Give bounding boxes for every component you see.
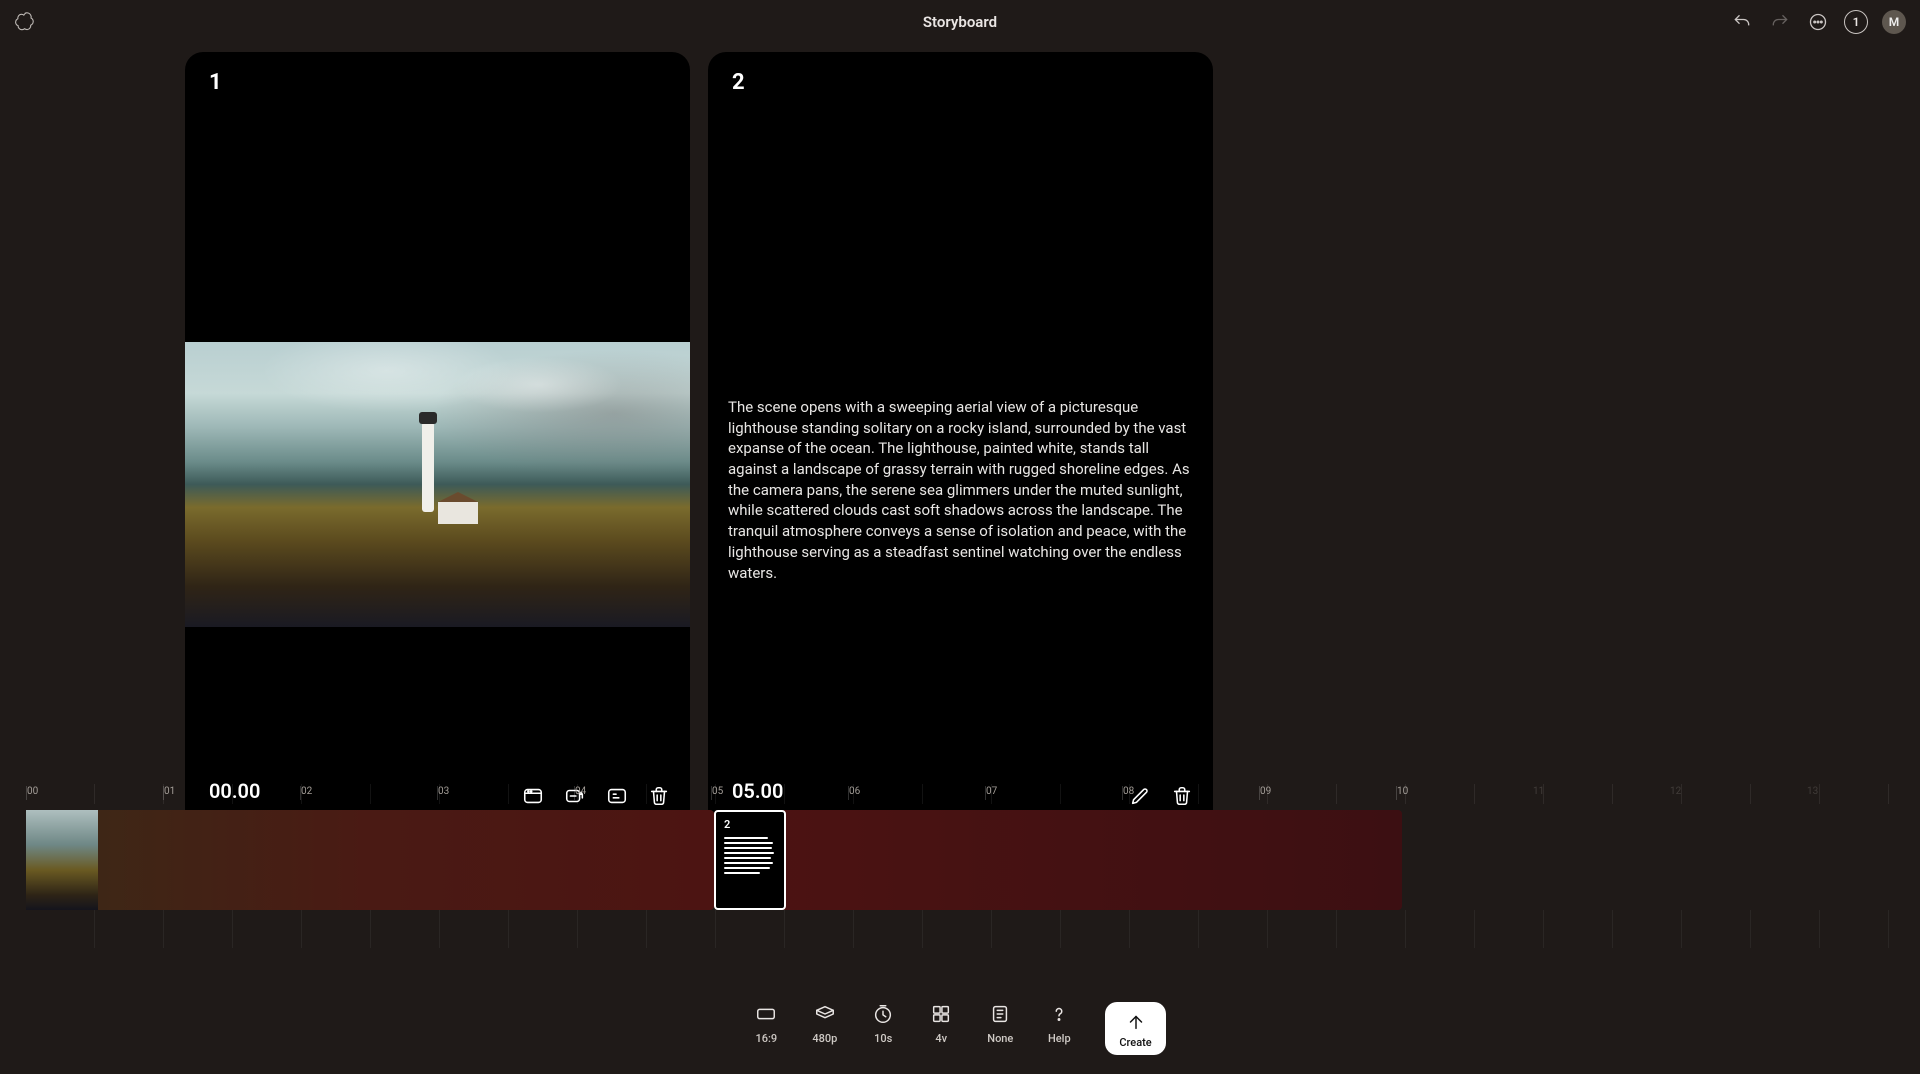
timeline-ruler[interactable]: 00 01 02 03 04 05 06 07 08 09 10 11 12 13: [26, 784, 1920, 804]
timeline-clip-2[interactable]: [714, 810, 1402, 910]
help-button[interactable]: Help: [1047, 1002, 1071, 1045]
upload-icon: [1124, 1010, 1148, 1034]
help-icon: [1047, 1002, 1071, 1026]
create-button[interactable]: Create: [1105, 1002, 1165, 1055]
ruler-tick: 07: [985, 786, 997, 800]
storyboard-card-1[interactable]: 1 00.00: [185, 52, 690, 827]
timeline-clip-2-card[interactable]: 2: [714, 810, 786, 910]
card-index: 1: [209, 70, 222, 95]
timeline[interactable]: 00 01 02 03 04 05 06 07 08 09 10 11 12 13 2: [0, 784, 1920, 954]
ruler-tick: 08: [1122, 786, 1134, 800]
variations-button[interactable]: 4v: [929, 1002, 953, 1045]
timeline-grid: [26, 910, 1920, 948]
ruler-tick: 04: [574, 786, 586, 800]
ruler-tick-disabled: 11: [1533, 786, 1544, 797]
duration-button[interactable]: 10s: [871, 1002, 895, 1045]
page-title: Storyboard: [0, 13, 1920, 31]
grid-icon: [929, 1002, 953, 1026]
ruler-tick: 01: [163, 786, 175, 800]
quality-icon: [813, 1002, 837, 1026]
timeline-clip-index: 2: [724, 818, 776, 831]
style-icon: [988, 1002, 1012, 1026]
ruler-tick: 03: [437, 786, 449, 800]
timeline-track[interactable]: 2: [26, 810, 1920, 910]
aspect-ratio-icon: [754, 1002, 778, 1026]
quality-button[interactable]: 480p: [812, 1002, 837, 1045]
ruler-tick: 02: [300, 786, 312, 800]
card-description-text[interactable]: The scene opens with a sweeping aerial v…: [728, 397, 1193, 583]
timeline-clip-1[interactable]: [26, 810, 714, 910]
redo-button: [1768, 10, 1792, 34]
storyboard-card-2[interactable]: 2 The scene opens with a sweeping aerial…: [708, 52, 1213, 827]
card-image-thumbnail: [185, 342, 690, 627]
ruler-tick: 06: [848, 786, 860, 800]
ruler-tick: 10: [1396, 786, 1408, 800]
ruler-tick: 09: [1259, 786, 1271, 800]
user-avatar[interactable]: M: [1882, 10, 1906, 34]
ruler-tick: 00: [26, 786, 38, 800]
ruler-tick-disabled: 12: [1670, 786, 1681, 797]
style-button[interactable]: None: [987, 1002, 1013, 1045]
ruler-tick: 05: [711, 786, 723, 800]
clock-icon: [871, 1002, 895, 1026]
ruler-tick-disabled: 13: [1807, 786, 1818, 797]
timeline-clip-thumbnail: [26, 810, 98, 910]
undo-button[interactable]: [1730, 10, 1754, 34]
more-menu-button[interactable]: [1806, 10, 1830, 34]
bottom-toolbar: 16:9 480p 10s 4v None Help Create: [0, 984, 1920, 1074]
aspect-ratio-button[interactable]: 16:9: [754, 1002, 778, 1045]
credits-badge[interactable]: 1: [1844, 10, 1868, 34]
app-logo-icon[interactable]: [14, 11, 36, 33]
storyboard-canvas: 1 00.00 2 The scene opens with a sweepin…: [0, 52, 1920, 784]
card-index: 2: [732, 70, 745, 95]
